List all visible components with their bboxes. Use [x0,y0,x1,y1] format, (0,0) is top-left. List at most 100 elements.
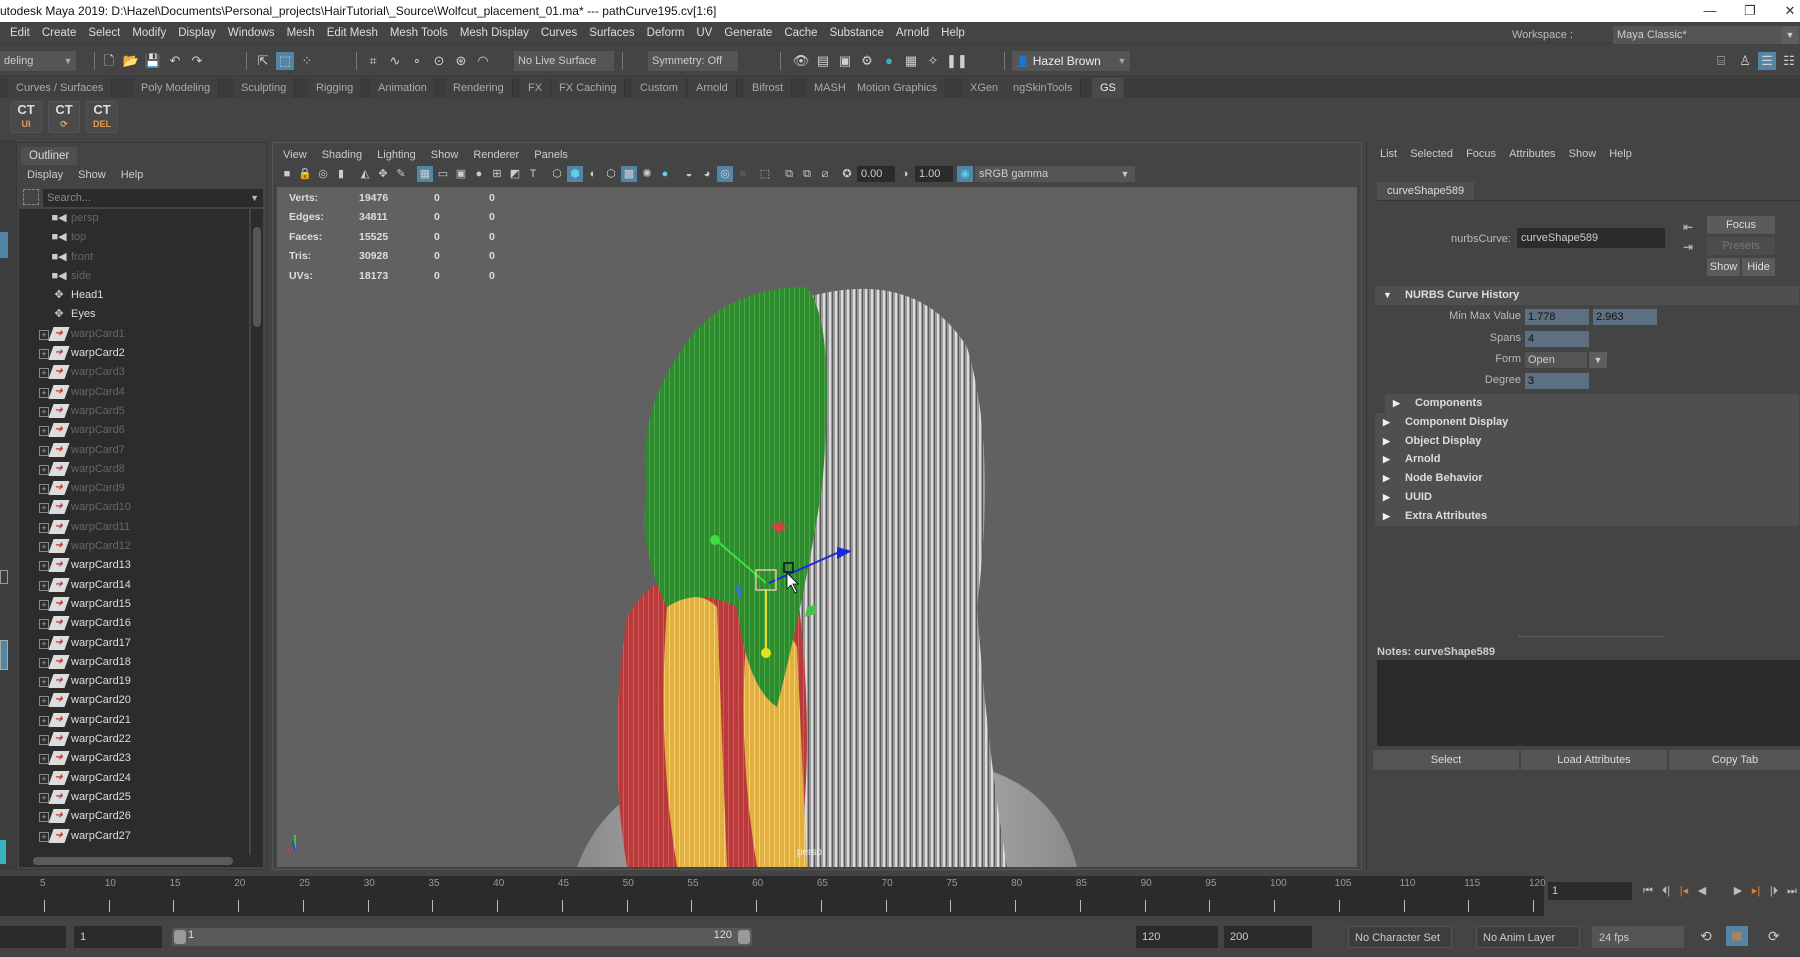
select-by-component-icon[interactable]: ⁘ [298,52,316,70]
play-backwards-icon[interactable]: ◀ [1694,882,1710,900]
outliner-tab[interactable]: Outliner [21,147,78,165]
snap-curve-icon[interactable]: ∿ [386,52,404,70]
outliner-item[interactable]: + ➜ warpCard14 [19,576,249,595]
ae-node-tab[interactable]: curveShape589 [1377,182,1475,200]
camera-attributes-icon[interactable]: ◎ [315,166,331,182]
go-to-end-icon[interactable]: ⏭ [1784,882,1800,900]
expand-icon[interactable]: + [39,599,49,610]
gate-mask-icon[interactable]: ● [471,166,487,182]
expand-icon[interactable]: + [39,445,49,456]
expand-icon[interactable]: + [39,715,49,726]
character-set-select[interactable]: No Character Set [1348,926,1452,948]
focus-button[interactable]: Focus [1707,216,1775,234]
ae-menu-attributes[interactable]: Attributes [1504,146,1560,162]
ct-delete-shelf-button[interactable]: CT DEL [86,101,118,133]
loop-icon[interactable]: ⟲ [1700,928,1712,945]
ct-ui-shelf-button[interactable]: CT UI [10,101,42,133]
light-editor-icon[interactable]: ✧ [924,52,942,70]
new-scene-icon[interactable]: 🗋 [100,52,118,70]
menu-windows[interactable]: Windows [222,22,281,44]
outliner-item[interactable]: + ➜ warpCard23 [19,749,249,768]
expand-icon[interactable]: + [39,349,49,360]
attribute-editor-toggle-icon[interactable]: ☰ [1758,52,1776,70]
outliner-vertical-scrollbar[interactable] [251,209,263,859]
menu-mesh-tools[interactable]: Mesh Tools [384,22,454,44]
outliner-item[interactable]: + ➜ warpCard24 [19,769,249,788]
outliner-item[interactable]: + ➜ warpCard8 [19,460,249,479]
xray-active-components-icon[interactable]: ⧉ [799,166,815,182]
section-object-display[interactable]: ▶ Object Display [1375,431,1799,451]
expand-icon[interactable]: + [39,754,49,765]
play-forwards-icon[interactable]: ▶ [1730,882,1746,900]
ae-menu-list[interactable]: List [1375,146,1402,162]
outliner-item[interactable]: + ➜ warpCard25 [19,788,249,807]
anim-layer-select[interactable]: No Anim Layer [1476,926,1580,948]
snap-uv-icon[interactable]: ◠ [474,52,492,70]
outliner-item[interactable]: + ➜ warpCard20 [19,691,249,710]
outliner-item[interactable]: ■◀ side [19,267,249,286]
expand-icon[interactable]: + [39,522,49,533]
outliner-item[interactable]: + ➜ warpCard12 [19,537,249,556]
layout-single-icon[interactable] [0,570,8,584]
ae-menu-help[interactable]: Help [1604,146,1637,162]
shelf-tab-fx[interactable]: FX [520,78,552,98]
show-button[interactable]: Show [1707,258,1740,276]
presets-button[interactable]: Presets [1707,237,1775,255]
outliner-item[interactable]: + ➜ warpCard17 [19,634,249,653]
2d-pan-zoom-icon[interactable]: ✥ [375,166,391,182]
isolate-select-icon[interactable]: ⬚ [757,166,773,182]
degree-field[interactable]: 3 [1525,373,1589,389]
expand-icon[interactable]: + [39,677,49,688]
safe-title-icon[interactable]: T [525,166,541,182]
outliner-horizontal-scrollbar[interactable] [19,855,263,867]
expand-icon[interactable]: + [39,542,49,553]
outliner-item[interactable]: + ➜ warpCard5 [19,402,249,421]
step-back-key-icon[interactable]: |◂ [1676,882,1692,900]
expand-icon[interactable]: + [39,406,49,417]
shelf-tab-ngskintools[interactable]: ngSkinTools [1005,78,1082,98]
shelf-tab-fx-caching[interactable]: FX Caching [551,78,626,98]
undo-icon[interactable]: ↶ [166,52,184,70]
shelf-tab-motion-graphics[interactable]: Motion Graphics [849,78,947,98]
node-name-field[interactable]: curveShape589 [1517,228,1665,248]
step-forward-frame-icon[interactable]: |⏵ [1766,882,1782,900]
outliner-item[interactable]: + ➜ warpCard19 [19,672,249,691]
move-tool-icon[interactable] [0,232,8,258]
menu-mesh-display[interactable]: Mesh Display [454,22,535,44]
expand-icon[interactable]: + [39,426,49,437]
default-material-icon[interactable]: ◐ [585,166,601,182]
shelf-tab-poly-modeling[interactable]: Poly Modeling [133,78,220,98]
shelf-tab-custom[interactable]: Custom [632,78,687,98]
fps-select[interactable]: 24 fps [1592,926,1684,948]
grid-icon[interactable]: ▦ [417,166,433,182]
auto-key-icon[interactable]: ▦ [1726,926,1748,946]
shelf-tab-animation[interactable]: Animation [370,78,436,98]
user-account-button[interactable]: 👤 Hazel Brown ▼ [1012,51,1130,71]
menu-edit[interactable]: Edit [4,22,36,44]
menu-deform[interactable]: Deform [641,22,691,44]
viewport-menu-lighting[interactable]: Lighting [371,147,422,163]
select-camera-icon[interactable]: ■ [279,166,295,182]
scene-start-field[interactable] [0,926,66,948]
use-all-lights-icon[interactable]: ✺ [639,166,655,182]
menu-help[interactable]: Help [935,22,971,44]
outliner-item[interactable]: + ➜ warpCard10 [19,498,249,517]
outliner-item[interactable]: ✥ Eyes [19,305,249,324]
shelf-tab-rigging[interactable]: Rigging [308,78,363,98]
shelf-tab-mash[interactable]: MASH [806,78,855,98]
expand-icon[interactable]: + [39,792,49,803]
filter-icon[interactable] [23,189,39,205]
expand-icon[interactable]: + [39,580,49,591]
workspace-select[interactable]: Maya Classic* ▼ [1613,26,1800,44]
screen-space-ao-icon[interactable]: ◒ [681,166,697,182]
viewport-menu-panels[interactable]: Panels [528,147,574,163]
section-uuid[interactable]: ▶ UUID [1375,488,1799,507]
outliner-item[interactable]: + ➜ warpCard26 [19,807,249,826]
outliner-item[interactable]: + ➜ warpCard22 [19,730,249,749]
outliner-item[interactable]: + ➜ warpCard6 [19,421,249,440]
viewport-menu-view[interactable]: View [277,147,313,163]
outliner-item[interactable]: + ➜ warpCard13 [19,556,249,575]
menu-select[interactable]: Select [82,22,126,44]
outliner-item[interactable]: + ➜ warpCard11 [19,518,249,537]
section-components[interactable]: ▶ Components [1385,394,1799,413]
